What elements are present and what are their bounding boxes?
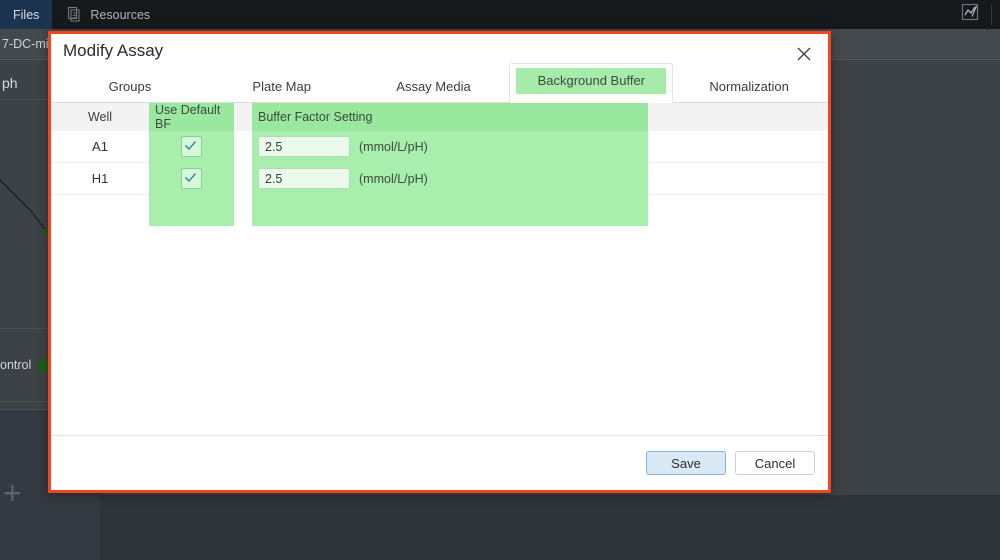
add-icon[interactable]: + — [3, 477, 22, 509]
cancel-button[interactable]: Cancel — [735, 451, 815, 475]
column-header-use-default-bf: Use Default BF — [149, 103, 234, 131]
use-default-bf-checkbox[interactable] — [181, 136, 202, 157]
buffer-factor-unit: (mmol/L/pH) — [359, 172, 428, 186]
cell-use-default-bf — [149, 131, 234, 163]
dialog-title: Modify Assay — [63, 41, 163, 61]
use-default-bf-checkbox[interactable] — [181, 168, 202, 189]
close-icon[interactable] — [795, 45, 813, 63]
cell-filler-green — [252, 195, 648, 227]
table-row-filler — [51, 195, 828, 227]
background-legend-label: ontrol — [0, 358, 31, 372]
tab-background-buffer-label: Background Buffer — [516, 68, 666, 94]
background-bottom-strip — [100, 495, 1000, 530]
cell-filler — [648, 195, 828, 227]
dialog-footer: Save Cancel — [51, 435, 828, 490]
cell-well: H1 — [51, 163, 149, 195]
buffer-factor-input[interactable] — [258, 168, 350, 189]
background-graph-label: ph — [2, 75, 18, 91]
column-header-buffer-factor-setting: Buffer Factor Setting — [252, 103, 648, 131]
tab-assay-media-label: Assay Media — [359, 79, 509, 94]
column-header-well: Well — [51, 103, 149, 131]
topbar-divider — [991, 5, 992, 25]
tab-normalization-label: Normalization — [674, 79, 824, 94]
table-row: H1 (mmol/L/pH) — [51, 163, 828, 195]
buffer-factor-unit: (mmol/L/pH) — [359, 140, 428, 154]
topbar-tab-resources-label: Resources — [90, 8, 150, 22]
documents-icon — [65, 6, 83, 24]
chart-edit-icon[interactable] — [959, 1, 981, 28]
dialog-body: Well Use Default BF Buffer Factor Settin… — [51, 103, 828, 435]
topbar-tab-files-label: Files — [13, 8, 39, 22]
topbar-tab-files[interactable]: Files — [0, 0, 52, 29]
modify-assay-dialog: Modify Assay Groups Plate Map Assay Medi… — [48, 31, 831, 493]
topbar-right-tools — [959, 0, 1000, 29]
tab-normalization[interactable]: Normalization — [673, 72, 825, 102]
cell-use-default-bf — [149, 163, 234, 195]
topbar-tab-resources[interactable]: Resources — [52, 0, 163, 29]
buffer-factor-input[interactable] — [258, 136, 350, 157]
table-header-row: Well Use Default BF Buffer Factor Settin… — [51, 103, 828, 131]
background-buffer-table: Well Use Default BF Buffer Factor Settin… — [51, 103, 828, 226]
cell-filler — [51, 195, 149, 227]
cell-buffer-factor: (mmol/L/pH) — [252, 131, 648, 163]
cell-filler-green — [149, 195, 234, 227]
save-button[interactable]: Save — [646, 451, 726, 475]
cell-filler — [234, 195, 252, 227]
tab-groups[interactable]: Groups — [54, 72, 206, 102]
cell-trailing — [648, 131, 828, 163]
tab-background-buffer[interactable]: Background Buffer — [509, 63, 673, 103]
cell-buffer-factor: (mmol/L/pH) — [252, 163, 648, 195]
column-header-spacer — [234, 103, 252, 131]
cell-trailing — [648, 163, 828, 195]
column-header-trailing — [648, 103, 828, 131]
dialog-tabstrip: Groups Plate Map Assay Media Background … — [51, 71, 828, 103]
tab-assay-media[interactable]: Assay Media — [358, 72, 510, 102]
tab-plate-map-label: Plate Map — [207, 79, 357, 94]
cell-gap — [234, 131, 252, 163]
cell-gap — [234, 163, 252, 195]
dialog-header: Modify Assay — [51, 34, 828, 71]
cell-well: A1 — [51, 131, 149, 163]
tab-groups-label: Groups — [55, 79, 205, 94]
app-topbar: Files Resources — [0, 0, 1000, 29]
tab-plate-map[interactable]: Plate Map — [206, 72, 358, 102]
table-row: A1 (mmol/L/pH) — [51, 131, 828, 163]
